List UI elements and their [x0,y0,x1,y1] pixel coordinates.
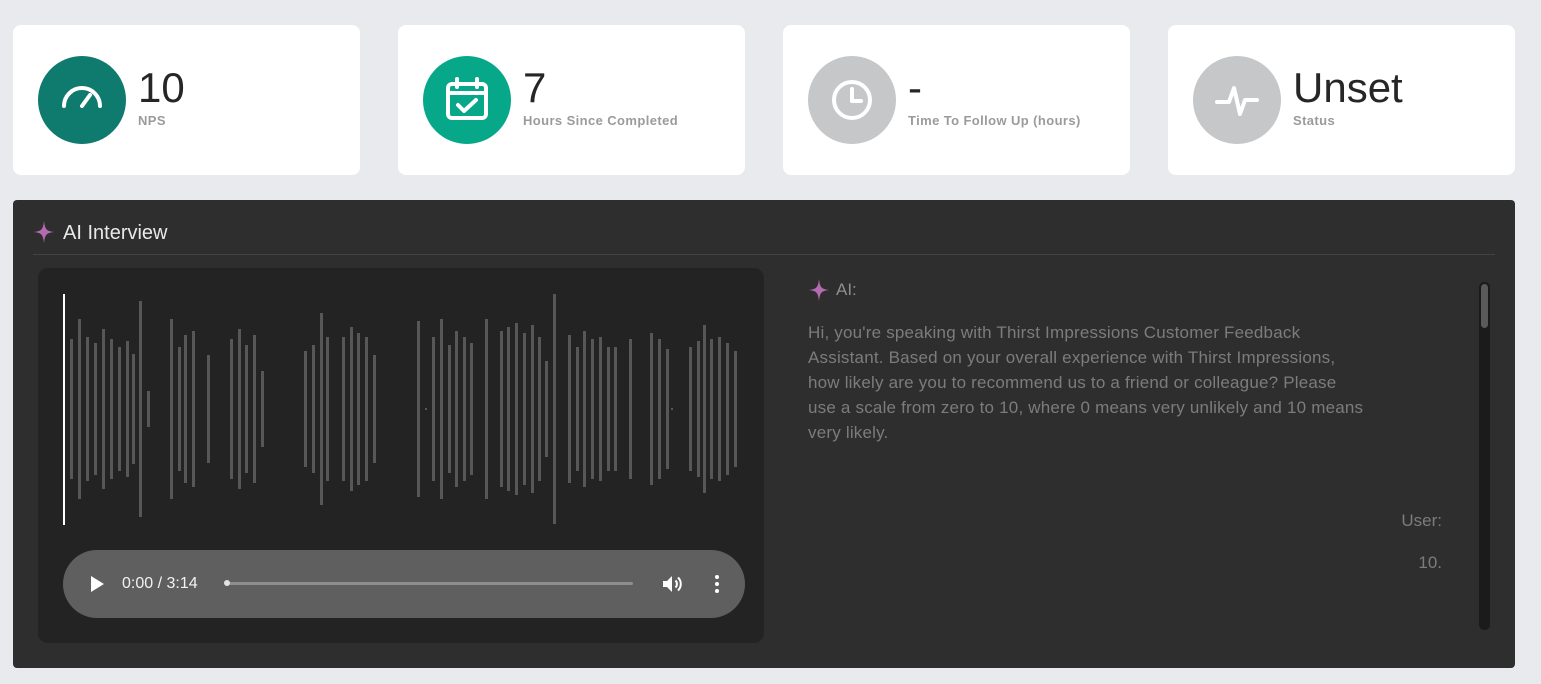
pulse-icon [1193,56,1281,144]
stat-label: Hours Since Completed [523,113,679,128]
stat-card-nps: 10 NPS [13,25,360,175]
audio-seek-bar[interactable] [224,580,633,586]
scrollbar-thumb[interactable] [1481,284,1488,328]
stat-card-time-to-follow-up: - Time To Follow Up (hours) [783,25,1130,175]
ai-message: Hi, you're speaking with Thirst Impressi… [808,323,1364,442]
stat-value: 10 [138,64,185,111]
audio-waveform[interactable] [63,292,739,527]
playhead-cursor [63,294,65,525]
panel-header: AI Interview [33,220,1495,255]
more-options-icon[interactable] [707,574,727,594]
speaker-ai-label: AI: [836,280,857,299]
stat-value: 7 [523,64,547,111]
speaker-ai: AI: [808,278,1448,302]
audio-time: 0:00 / 3:14 [122,575,198,592]
stat-value: - [908,64,922,111]
stat-card-hours-since-completed: 7 Hours Since Completed [398,25,745,175]
stat-value: Unset [1293,64,1403,111]
speaker-user-label: User: [1401,511,1442,530]
panel-title: AI Interview [63,222,168,244]
stat-card-status: Unset Status [1168,25,1515,175]
ai-interview-panel: AI Interview 0:00 / 3:14 AI: Hi, you're … [13,200,1515,668]
stat-label: Status [1293,113,1336,128]
clock-icon [808,56,896,144]
seek-handle[interactable] [224,580,230,586]
transcript: AI: Hi, you're speaking with Thirst Impr… [808,278,1448,638]
audio-controls: 0:00 / 3:14 [63,550,745,618]
audio-player-box: 0:00 / 3:14 [38,268,764,643]
volume-icon[interactable] [660,572,684,596]
calendar-check-icon [423,56,511,144]
sparkle-icon [34,221,54,243]
transcript-scrollbar[interactable] [1479,282,1490,630]
play-icon[interactable] [87,574,107,594]
stat-label: NPS [138,113,166,128]
user-message: 10. [1418,553,1442,572]
sparkle-icon [809,279,829,301]
stat-label: Time To Follow Up (hours) [908,113,1081,128]
speedometer-icon [38,56,126,144]
